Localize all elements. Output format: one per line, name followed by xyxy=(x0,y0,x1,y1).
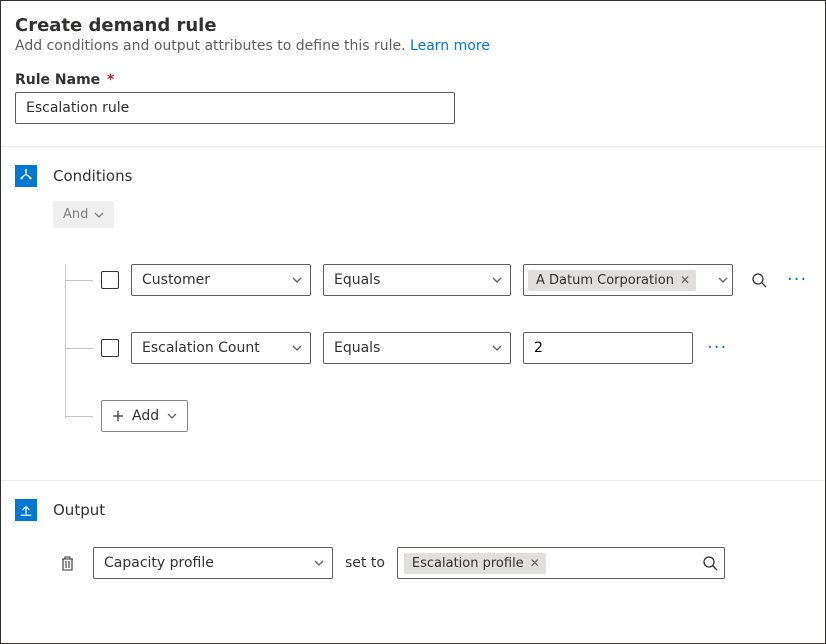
chevron-down-icon xyxy=(94,211,104,219)
output-attribute-value: Capacity profile xyxy=(104,555,214,571)
operator-select-value: Equals xyxy=(334,340,380,356)
value-tag-text: A Datum Corporation xyxy=(536,273,674,288)
conditions-area: And Customer Equals A Datum Corporation xyxy=(53,201,811,432)
conditions-tree: Customer Equals A Datum Corporation ✕ xyxy=(65,264,811,432)
set-to-label: set to xyxy=(345,555,385,571)
search-icon xyxy=(702,555,718,571)
chevron-down-icon xyxy=(292,344,302,352)
rule-name-input[interactable] xyxy=(15,92,455,124)
field-select[interactable]: Customer xyxy=(131,264,311,296)
operator-select[interactable]: Equals xyxy=(323,332,511,364)
field-select-value: Customer xyxy=(142,272,210,288)
close-icon[interactable]: ✕ xyxy=(680,274,690,286)
output-row: Capacity profile set to Escalation profi… xyxy=(53,547,811,579)
close-icon[interactable]: ✕ xyxy=(530,557,540,569)
output-value-lookup[interactable]: Escalation profile ✕ xyxy=(397,547,725,579)
conditions-icon xyxy=(15,165,37,187)
page-title: Create demand rule xyxy=(15,15,811,36)
output-header: Output xyxy=(15,499,811,521)
value-tag: A Datum Corporation ✕ xyxy=(528,270,696,291)
search-icon xyxy=(751,272,767,288)
condition-row: Escalation Count Equals ··· xyxy=(65,332,811,364)
output-icon xyxy=(15,499,37,521)
page-frame: Create demand rule Add conditions and ou… xyxy=(0,0,826,644)
field-select-value: Escalation Count xyxy=(142,340,260,356)
required-asterisk: * xyxy=(107,72,114,88)
add-condition-row: Add xyxy=(65,400,811,432)
value-tag-text: Escalation profile xyxy=(412,556,524,571)
output-title: Output xyxy=(53,501,105,519)
chevron-down-icon xyxy=(292,276,302,284)
operator-select[interactable]: Equals xyxy=(323,264,511,296)
group-operator-label: And xyxy=(63,207,88,222)
conditions-title: Conditions xyxy=(53,167,132,185)
row-select-checkbox[interactable] xyxy=(101,271,119,289)
operator-select-value: Equals xyxy=(334,272,380,288)
page-subtitle: Add conditions and output attributes to … xyxy=(15,38,811,54)
row-select-checkbox[interactable] xyxy=(101,339,119,357)
plus-icon xyxy=(112,410,124,422)
chevron-down-icon xyxy=(718,276,728,284)
condition-row: Customer Equals A Datum Corporation ✕ xyxy=(65,264,811,296)
divider xyxy=(1,480,825,481)
lookup-search-button[interactable] xyxy=(745,266,773,294)
rule-name-label: Rule Name * xyxy=(15,72,811,88)
value-tag: Escalation profile ✕ xyxy=(404,553,546,574)
add-condition-button[interactable]: Add xyxy=(101,400,188,432)
learn-more-link[interactable]: Learn more xyxy=(410,38,490,54)
row-more-menu[interactable]: ··· xyxy=(785,271,809,289)
lookup-search-button[interactable] xyxy=(702,555,718,571)
row-more-menu[interactable]: ··· xyxy=(705,339,729,357)
add-button-label: Add xyxy=(132,408,159,424)
subtitle-text: Add conditions and output attributes to … xyxy=(15,38,410,54)
chevron-down-icon xyxy=(492,276,502,284)
field-select[interactable]: Escalation Count xyxy=(131,332,311,364)
divider xyxy=(1,146,825,147)
chevron-down-icon xyxy=(167,412,177,420)
rule-name-label-text: Rule Name xyxy=(15,72,100,88)
value-lookup[interactable]: A Datum Corporation ✕ xyxy=(523,264,733,296)
delete-output-button[interactable] xyxy=(53,549,81,577)
group-operator-selector[interactable]: And xyxy=(53,201,114,228)
trash-icon xyxy=(60,555,75,571)
output-attribute-select[interactable]: Capacity profile xyxy=(93,547,333,579)
value-input[interactable] xyxy=(523,332,693,364)
chevron-down-icon xyxy=(314,559,324,567)
chevron-down-icon xyxy=(492,344,502,352)
conditions-header: Conditions xyxy=(15,165,811,187)
